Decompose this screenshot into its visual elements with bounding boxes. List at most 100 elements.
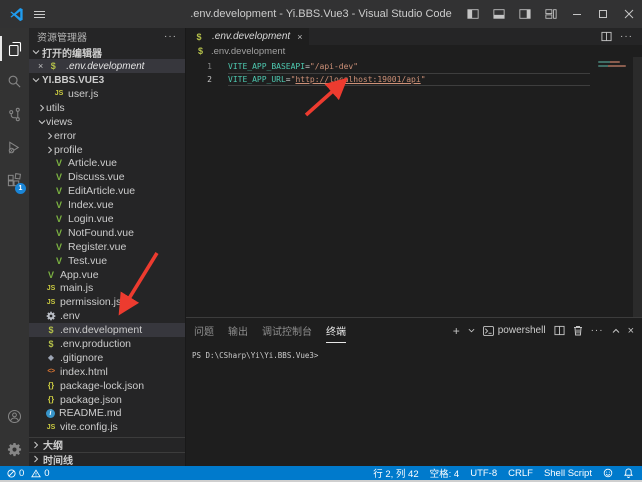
close-button[interactable]	[616, 0, 642, 28]
chevron-down-icon	[32, 48, 40, 56]
timeline-section[interactable]: 时间线	[29, 452, 185, 467]
file-name: permission.js	[60, 296, 121, 308]
tree-item-main.js[interactable]: JSmain.js	[29, 281, 185, 295]
more-actions-icon[interactable]: ···	[620, 31, 633, 42]
vue-file-icon: V	[53, 255, 65, 266]
account-icon[interactable]	[0, 404, 29, 429]
toggle-secondary-sidebar-icon[interactable]	[512, 0, 538, 28]
minimap[interactable]	[598, 61, 628, 67]
settings-gear-icon[interactable]	[0, 437, 29, 462]
language-mode[interactable]: Shell Script	[544, 468, 592, 479]
html-file-icon: <>	[45, 366, 57, 377]
tree-item-vite.config.js[interactable]: JSvite.config.js	[29, 420, 185, 434]
tree-item-views[interactable]: views	[29, 115, 185, 129]
tree-item-package-lock.json[interactable]: {}package-lock.json	[29, 379, 185, 393]
tab-label: .env.development	[212, 31, 290, 42]
code-editor[interactable]: 1VITE_APP_BASEAPI="/api-dev"2VITE_APP_UR…	[186, 57, 642, 317]
terminal-dropdown-icon[interactable]	[468, 327, 475, 334]
env-file-icon: $	[45, 338, 57, 349]
problems-status[interactable]: 0 0	[7, 468, 50, 479]
editor-scrollbar[interactable]	[633, 57, 642, 317]
minimize-button[interactable]	[564, 0, 590, 28]
maximize-button[interactable]	[590, 0, 616, 28]
panel-tab-调试控制台[interactable]: 调试控制台	[262, 318, 312, 343]
eol-sequence[interactable]: CRLF	[508, 468, 533, 479]
run-debug-icon[interactable]	[0, 135, 29, 160]
tree-item-error[interactable]: error	[29, 129, 185, 143]
file-name: Register.vue	[68, 241, 126, 253]
tab-env-development[interactable]: $ .env.development ×	[186, 28, 309, 45]
tree-item-.env[interactable]: .env	[29, 309, 185, 323]
panel-more-icon[interactable]: ···	[591, 325, 604, 336]
file-name: index.html	[60, 366, 108, 378]
code-line-2[interactable]: 2VITE_APP_URL="http://localhost:19001/ap…	[186, 73, 642, 86]
source-control-icon[interactable]	[0, 102, 29, 127]
env-file-icon: $	[193, 31, 205, 42]
indentation[interactable]: 空格: 4	[430, 466, 460, 480]
panel-tab-输出[interactable]: 输出	[228, 318, 248, 343]
file-name: main.js	[60, 282, 93, 294]
tree-item-Discuss.vue[interactable]: VDiscuss.vue	[29, 170, 185, 184]
close-icon[interactable]: ×	[297, 32, 302, 42]
file-name: Test.vue	[68, 255, 107, 267]
open-editor-item[interactable]: × $ .env.development	[29, 59, 185, 73]
tree-item-profile[interactable]: profile	[29, 143, 185, 157]
line-number: 2	[186, 73, 228, 86]
editor-tab-bar: $ .env.development × ···	[186, 28, 642, 45]
tree-item-App.vue[interactable]: VApp.vue	[29, 268, 185, 282]
tree-item-Test.vue[interactable]: VTest.vue	[29, 254, 185, 268]
tree-item-user.js[interactable]: JSuser.js	[29, 87, 185, 101]
tree-item-Article.vue[interactable]: VArticle.vue	[29, 156, 185, 170]
tree-item-.env.development[interactable]: $.env.development	[29, 323, 185, 337]
tree-item-Login.vue[interactable]: VLogin.vue	[29, 212, 185, 226]
tree-item-permission.js[interactable]: JSpermission.js	[29, 295, 185, 309]
breadcrumb[interactable]: $ .env.development	[186, 45, 642, 57]
outline-section[interactable]: 大纲	[29, 437, 185, 452]
notifications-bell-icon[interactable]	[624, 468, 633, 478]
panel-tab-问题[interactable]: 问题	[194, 318, 214, 343]
tree-item-utils[interactable]: utils	[29, 101, 185, 115]
customize-layout-icon[interactable]	[538, 0, 564, 28]
open-editor-filename: .env.development	[66, 61, 144, 72]
code-line-1[interactable]: 1VITE_APP_BASEAPI="/api-dev"	[186, 60, 642, 73]
tree-item-index.html[interactable]: <>index.html	[29, 365, 185, 379]
toggle-sidebar-icon[interactable]	[460, 0, 486, 28]
tree-item-Index.vue[interactable]: VIndex.vue	[29, 198, 185, 212]
terminal-instance[interactable]: powershell	[483, 325, 546, 336]
terminal-output[interactable]: PS D:\CSharp\Yi\Yi.BBS.Vue3>	[186, 343, 642, 466]
tree-item-NotFound.vue[interactable]: VNotFound.vue	[29, 226, 185, 240]
file-name: Index.vue	[68, 199, 114, 211]
readme-info-icon: i	[46, 409, 55, 418]
extensions-icon[interactable]: 1	[0, 168, 29, 193]
close-panel-icon[interactable]: ×	[628, 325, 634, 337]
tree-item-EditArticle.vue[interactable]: VEditArticle.vue	[29, 184, 185, 198]
encoding[interactable]: UTF-8	[470, 468, 497, 479]
menu-icon[interactable]	[34, 11, 45, 18]
tree-item-README.md[interactable]: iREADME.md	[29, 406, 185, 420]
toggle-panel-icon[interactable]	[486, 0, 512, 28]
tree-item-.env.production[interactable]: $.env.production	[29, 337, 185, 351]
panel-tab-终端[interactable]: 终端	[326, 318, 346, 343]
sidebar-more-icon[interactable]: ···	[164, 31, 177, 42]
split-terminal-icon[interactable]	[554, 325, 565, 336]
feedback-icon[interactable]	[603, 468, 613, 478]
maximize-panel-icon[interactable]	[612, 327, 620, 335]
split-editor-icon[interactable]	[601, 31, 612, 42]
tree-item-Register.vue[interactable]: VRegister.vue	[29, 240, 185, 254]
code-token: VITE_APP_BASEAPI	[228, 62, 305, 71]
explorer-sidebar: 资源管理器 ··· 打开的编辑器 × $ .env.development YI…	[29, 28, 185, 466]
url-link[interactable]: http://localhost:19001/api	[295, 75, 420, 84]
tree-item-.gitignore[interactable]: ◆.gitignore	[29, 351, 185, 365]
kill-terminal-icon[interactable]	[573, 325, 583, 336]
open-editors-header[interactable]: 打开的编辑器	[29, 45, 185, 59]
chevron-down-icon	[37, 118, 46, 126]
project-header[interactable]: YI.BBS.VUE3	[29, 73, 185, 87]
cursor-position[interactable]: 行 2, 列 42	[373, 466, 418, 480]
close-icon[interactable]: ×	[38, 61, 43, 71]
chevron-down-icon	[32, 76, 40, 84]
tree-item-package.json[interactable]: {}package.json	[29, 393, 185, 407]
new-terminal-icon[interactable]: +	[453, 324, 460, 338]
file-name: .env.production	[60, 338, 131, 350]
explorer-icon[interactable]	[0, 36, 29, 61]
search-icon[interactable]	[0, 69, 29, 94]
